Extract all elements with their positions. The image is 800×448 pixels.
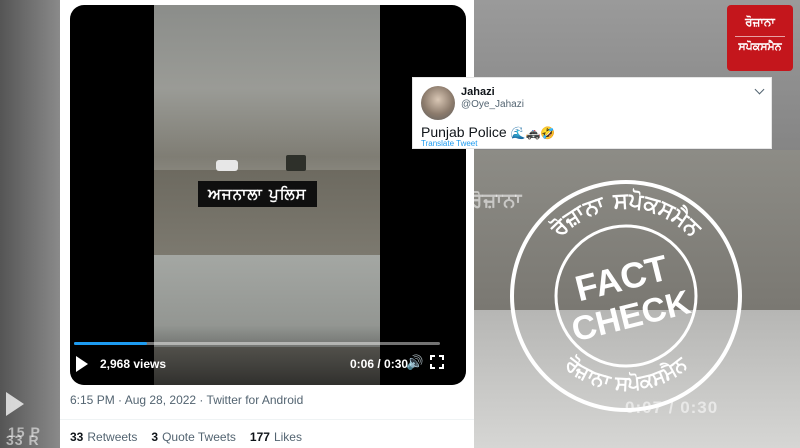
tweet-stats: 33 Retweets 3 Quote Tweets 177 Likes <box>70 430 302 444</box>
background-play-icon <box>6 392 24 416</box>
emoji-icons: 🌊🚓🤣 <box>510 126 556 140</box>
play-icon[interactable] <box>76 356 88 372</box>
avatar[interactable] <box>421 86 455 120</box>
tweet-card: ਅਜਨਾਲਾ ਪੁਲਿਸ 2,968 views 0:06 / 0:30 🔊 6… <box>60 0 474 448</box>
video-tractor <box>286 155 306 171</box>
background-left-shade <box>0 0 60 448</box>
video-overlay-label: ਅਜਨਾਲਾ ਪੁਲਿਸ <box>198 181 317 207</box>
logo-line2: ਸਪੋਕਸਮੈਨ <box>738 40 782 53</box>
quoted-tweet[interactable]: Jahazi @Oye_Jahazi Punjab Police 🌊🚓🤣 Tra… <box>412 77 772 149</box>
fact-check-stamp: ਰੋਜ਼ਾਨਾ ਸਪੋਕਸਮੈਨ ਰੋਜ਼ਾਨਾ ਸਪੋਕਸਮੈਨ FACT C… <box>508 178 744 414</box>
logo-line1: ਰੋਜ਼ਾਨਾ <box>745 15 775 29</box>
view-count: 2,968 views <box>100 357 167 371</box>
quoted-tweet-text: Punjab Police 🌊🚓🤣 <box>421 124 556 140</box>
logo-rule <box>735 36 785 37</box>
video-car <box>216 160 238 171</box>
fact-check-stamp-graphic: ਰੋਜ਼ਾਨਾ ਸਪੋਕਸਮੈਨ ਰੋਜ਼ਾਨਾ ਸਪੋਕਸਮੈਨ FACT C… <box>510 180 742 412</box>
chevron-down-icon[interactable] <box>754 84 765 95</box>
stat-likes[interactable]: 177 Likes <box>250 430 302 444</box>
tweet-timestamp[interactable]: 6:15 PM · Aug 28, 2022 · Twitter for And… <box>70 393 303 407</box>
video-timecode: 0:06 / 0:30 <box>350 357 409 371</box>
rozana-spokesman-logo: ਰੋਜ਼ਾਨਾ ਸਪੋਕਸਮੈਨ <box>727 5 793 71</box>
video-progress-fill <box>74 342 148 345</box>
volume-icon[interactable]: 🔊 <box>406 355 423 371</box>
stamp-ring-bottom-text: ਰੋਜ਼ਾਨਾ ਸਪੋਕਸਮੈਨ <box>560 351 692 395</box>
video-player[interactable]: ਅਜਨਾਲਾ ਪੁਲਿਸ <box>70 5 466 385</box>
divider <box>60 419 474 420</box>
stat-retweets[interactable]: 33 Retweets <box>70 430 137 444</box>
quoted-author-handle[interactable]: @Oye_Jahazi <box>461 99 524 110</box>
translate-tweet-link[interactable]: Translate Tweet <box>421 139 477 148</box>
background-ghost-left2: 33 R <box>6 432 40 448</box>
quoted-author-name[interactable]: Jahazi <box>461 86 495 98</box>
fullscreen-icon[interactable] <box>430 355 444 369</box>
stat-quote-tweets[interactable]: 3 Quote Tweets <box>151 430 236 444</box>
video-progress-bar[interactable] <box>74 342 440 345</box>
